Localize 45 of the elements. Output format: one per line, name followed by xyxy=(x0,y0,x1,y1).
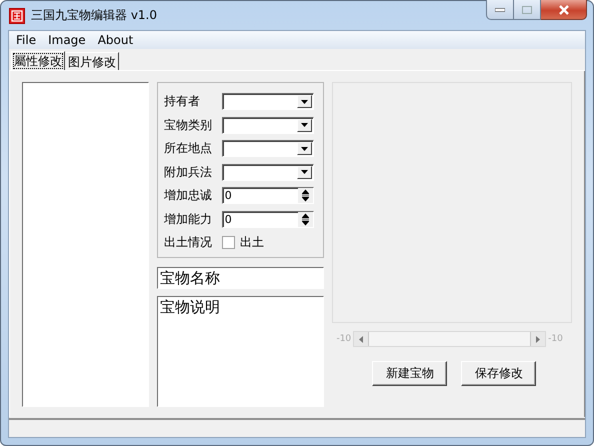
spin-box[interactable]: 0 xyxy=(222,210,314,228)
scroll-right-button[interactable] xyxy=(530,332,546,346)
spin-arrows-icon[interactable] xyxy=(298,212,313,227)
menu-item[interactable]: About xyxy=(92,33,140,47)
action-button[interactable]: 新建宝物 xyxy=(372,361,448,386)
scroll-left-button[interactable] xyxy=(354,332,370,346)
name-field[interactable]: 宝物名称 xyxy=(156,267,324,289)
field-label: 附加兵法 xyxy=(164,164,213,181)
action-button[interactable]: 保存修改 xyxy=(461,361,536,386)
field-label: 增加能力 xyxy=(164,210,213,228)
checkbox[interactable] xyxy=(222,236,235,250)
field-label: 增加忠诚 xyxy=(164,187,213,204)
close-icon xyxy=(558,4,570,14)
dropdown[interactable] xyxy=(222,140,314,158)
dropdown-arrow-icon xyxy=(300,170,308,174)
field-label: 宝物类别 xyxy=(164,116,213,134)
tab[interactable]: 屬性修改 xyxy=(11,51,65,70)
left-arrow-icon xyxy=(359,336,364,342)
field-label: 出土情况 xyxy=(164,234,213,252)
menu-item[interactable]: File xyxy=(10,33,42,47)
maximize-button[interactable] xyxy=(514,0,541,20)
dropdown-arrow-icon xyxy=(300,146,308,151)
checkbox-label: 出土 xyxy=(240,234,264,252)
description-field[interactable]: 宝物说明 xyxy=(156,296,324,407)
field-label: 持有者 xyxy=(164,93,201,110)
close-button[interactable] xyxy=(541,0,587,20)
scroll-min-label: -10 xyxy=(336,334,352,344)
minimize-button[interactable] xyxy=(486,0,514,20)
dropdown[interactable] xyxy=(222,116,314,134)
scroll-max-label: -10 xyxy=(548,334,563,344)
dropdown[interactable] xyxy=(222,164,314,181)
dropdown-arrow-icon xyxy=(300,100,308,104)
spin-arrows-icon[interactable] xyxy=(298,188,313,204)
spin-box[interactable]: 0 xyxy=(222,187,314,204)
right-arrow-icon xyxy=(536,336,540,342)
minimize-icon xyxy=(495,8,505,12)
window-title: 三国九宝物编辑器 v1.0 xyxy=(31,7,157,24)
tab[interactable]: 图片修改 xyxy=(65,52,119,70)
horizontal-scrollbar[interactable] xyxy=(353,331,546,347)
field-label: 所在地点 xyxy=(164,140,213,158)
seal-icon xyxy=(9,8,25,24)
dropdown[interactable] xyxy=(222,93,314,110)
dropdown-arrow-icon xyxy=(300,123,308,128)
menu-item[interactable]: Image xyxy=(42,33,92,47)
maximize-icon xyxy=(522,6,532,14)
